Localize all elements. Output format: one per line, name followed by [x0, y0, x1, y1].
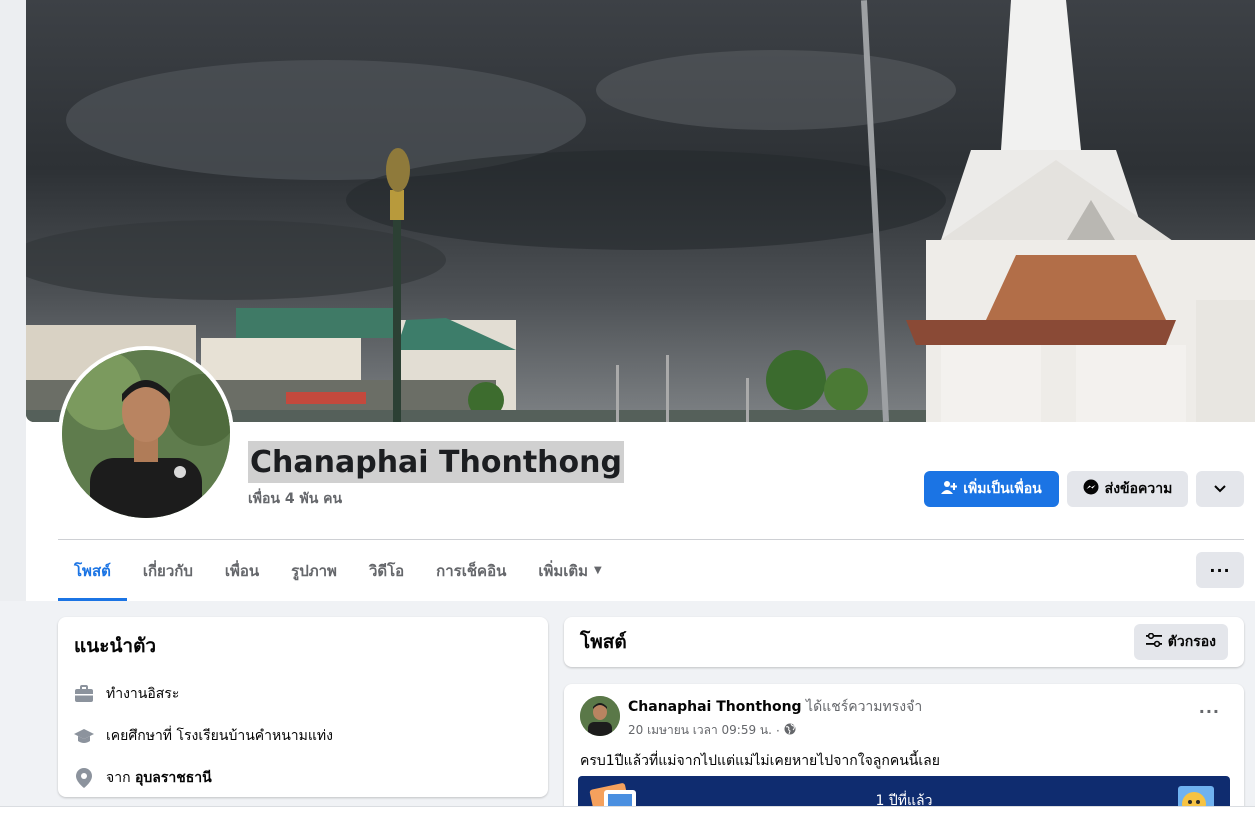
message-button[interactable]: ส่งข้อความ: [1067, 471, 1188, 507]
tab-posts[interactable]: โพสต์: [58, 541, 127, 601]
hometown-link[interactable]: อุบลราชธานี: [135, 770, 212, 786]
left-gutter: [0, 0, 26, 601]
profile-header: Chanaphai Thonthong เพื่อน 4 พัน คน เพิ่…: [0, 0, 1255, 601]
post-timestamp[interactable]: 20 เมษายน เวลา 09:59 น.: [628, 721, 772, 740]
cover-photo[interactable]: [26, 0, 1255, 422]
posts-title: โพสต์: [580, 631, 627, 653]
post-options-icon[interactable]: ···: [1199, 702, 1220, 721]
more-options-button[interactable]: ···: [1196, 552, 1244, 588]
intro-education: เคยศึกษาที่ โรงเรียนบ้านคำหนามแท่ง: [74, 715, 532, 757]
profile-avatar[interactable]: [58, 346, 234, 522]
tab-about[interactable]: เกี่ยวกับ: [127, 541, 209, 600]
add-friend-label: เพิ่มเป็นเพื่อน: [963, 481, 1042, 497]
globe-icon: [784, 723, 796, 738]
taskbar-strip: [0, 806, 1255, 817]
post-card: Chanaphai Thonthong ได้แชร์ความทรงจำ 20 …: [564, 684, 1244, 817]
friends-count[interactable]: เพื่อน 4 พัน คน: [248, 488, 342, 510]
graduation-cap-icon: [74, 726, 94, 746]
post-action-text: ได้แชร์ความทรงจำ: [806, 699, 923, 715]
intro-title: แนะนำตัว: [74, 635, 157, 657]
post-author-name[interactable]: Chanaphai Thonthong: [628, 699, 802, 715]
intro-card: แนะนำตัว ทำงานอิสระ เคยศึกษาที่ โรงเรียน…: [58, 617, 548, 797]
tab-checkins[interactable]: การเช็คอิน: [420, 541, 522, 600]
ellipsis-icon: ···: [1209, 560, 1231, 580]
add-friend-button[interactable]: เพิ่มเป็นเพื่อน: [924, 471, 1059, 507]
post-author-avatar[interactable]: [580, 696, 620, 736]
post-text: ครบ1ปีแล้วที่แม่จากไปแต่แม่ไม่เคยหายไปจา…: [580, 753, 940, 769]
intro-hometown: จาก อุบลราชธานี: [74, 757, 532, 799]
filter-button[interactable]: ตัวกรอง: [1133, 624, 1228, 660]
posts-header-card: โพสต์ ตัวกรอง: [564, 617, 1244, 667]
tab-friends[interactable]: เพื่อน: [209, 541, 275, 600]
add-friend-icon: [941, 479, 958, 499]
header-divider: [58, 539, 1244, 540]
tab-more[interactable]: เพิ่มเติม ▼: [522, 541, 617, 600]
caret-down-icon: ▼: [594, 565, 602, 576]
meta-separator: ·: [775, 723, 780, 738]
message-label: ส่งข้อความ: [1104, 481, 1173, 497]
location-pin-icon: [74, 768, 94, 788]
profile-name: Chanaphai Thonthong: [248, 441, 624, 483]
filter-icon: [1145, 632, 1162, 651]
profile-options-button[interactable]: [1196, 471, 1244, 507]
profile-tabs: โพสต์ เกี่ยวกับ เพื่อน รูปภาพ วิดีโอ การ…: [58, 541, 618, 601]
tab-videos[interactable]: วิดีโอ: [353, 541, 420, 600]
chevron-down-icon: [1214, 481, 1226, 497]
tab-photos[interactable]: รูปภาพ: [275, 541, 353, 600]
intro-work: ทำงานอิสระ: [74, 673, 532, 715]
briefcase-icon: [74, 684, 94, 704]
messenger-icon: [1083, 479, 1099, 499]
school-link[interactable]: โรงเรียนบ้านคำหนามแท่ง: [177, 728, 333, 744]
